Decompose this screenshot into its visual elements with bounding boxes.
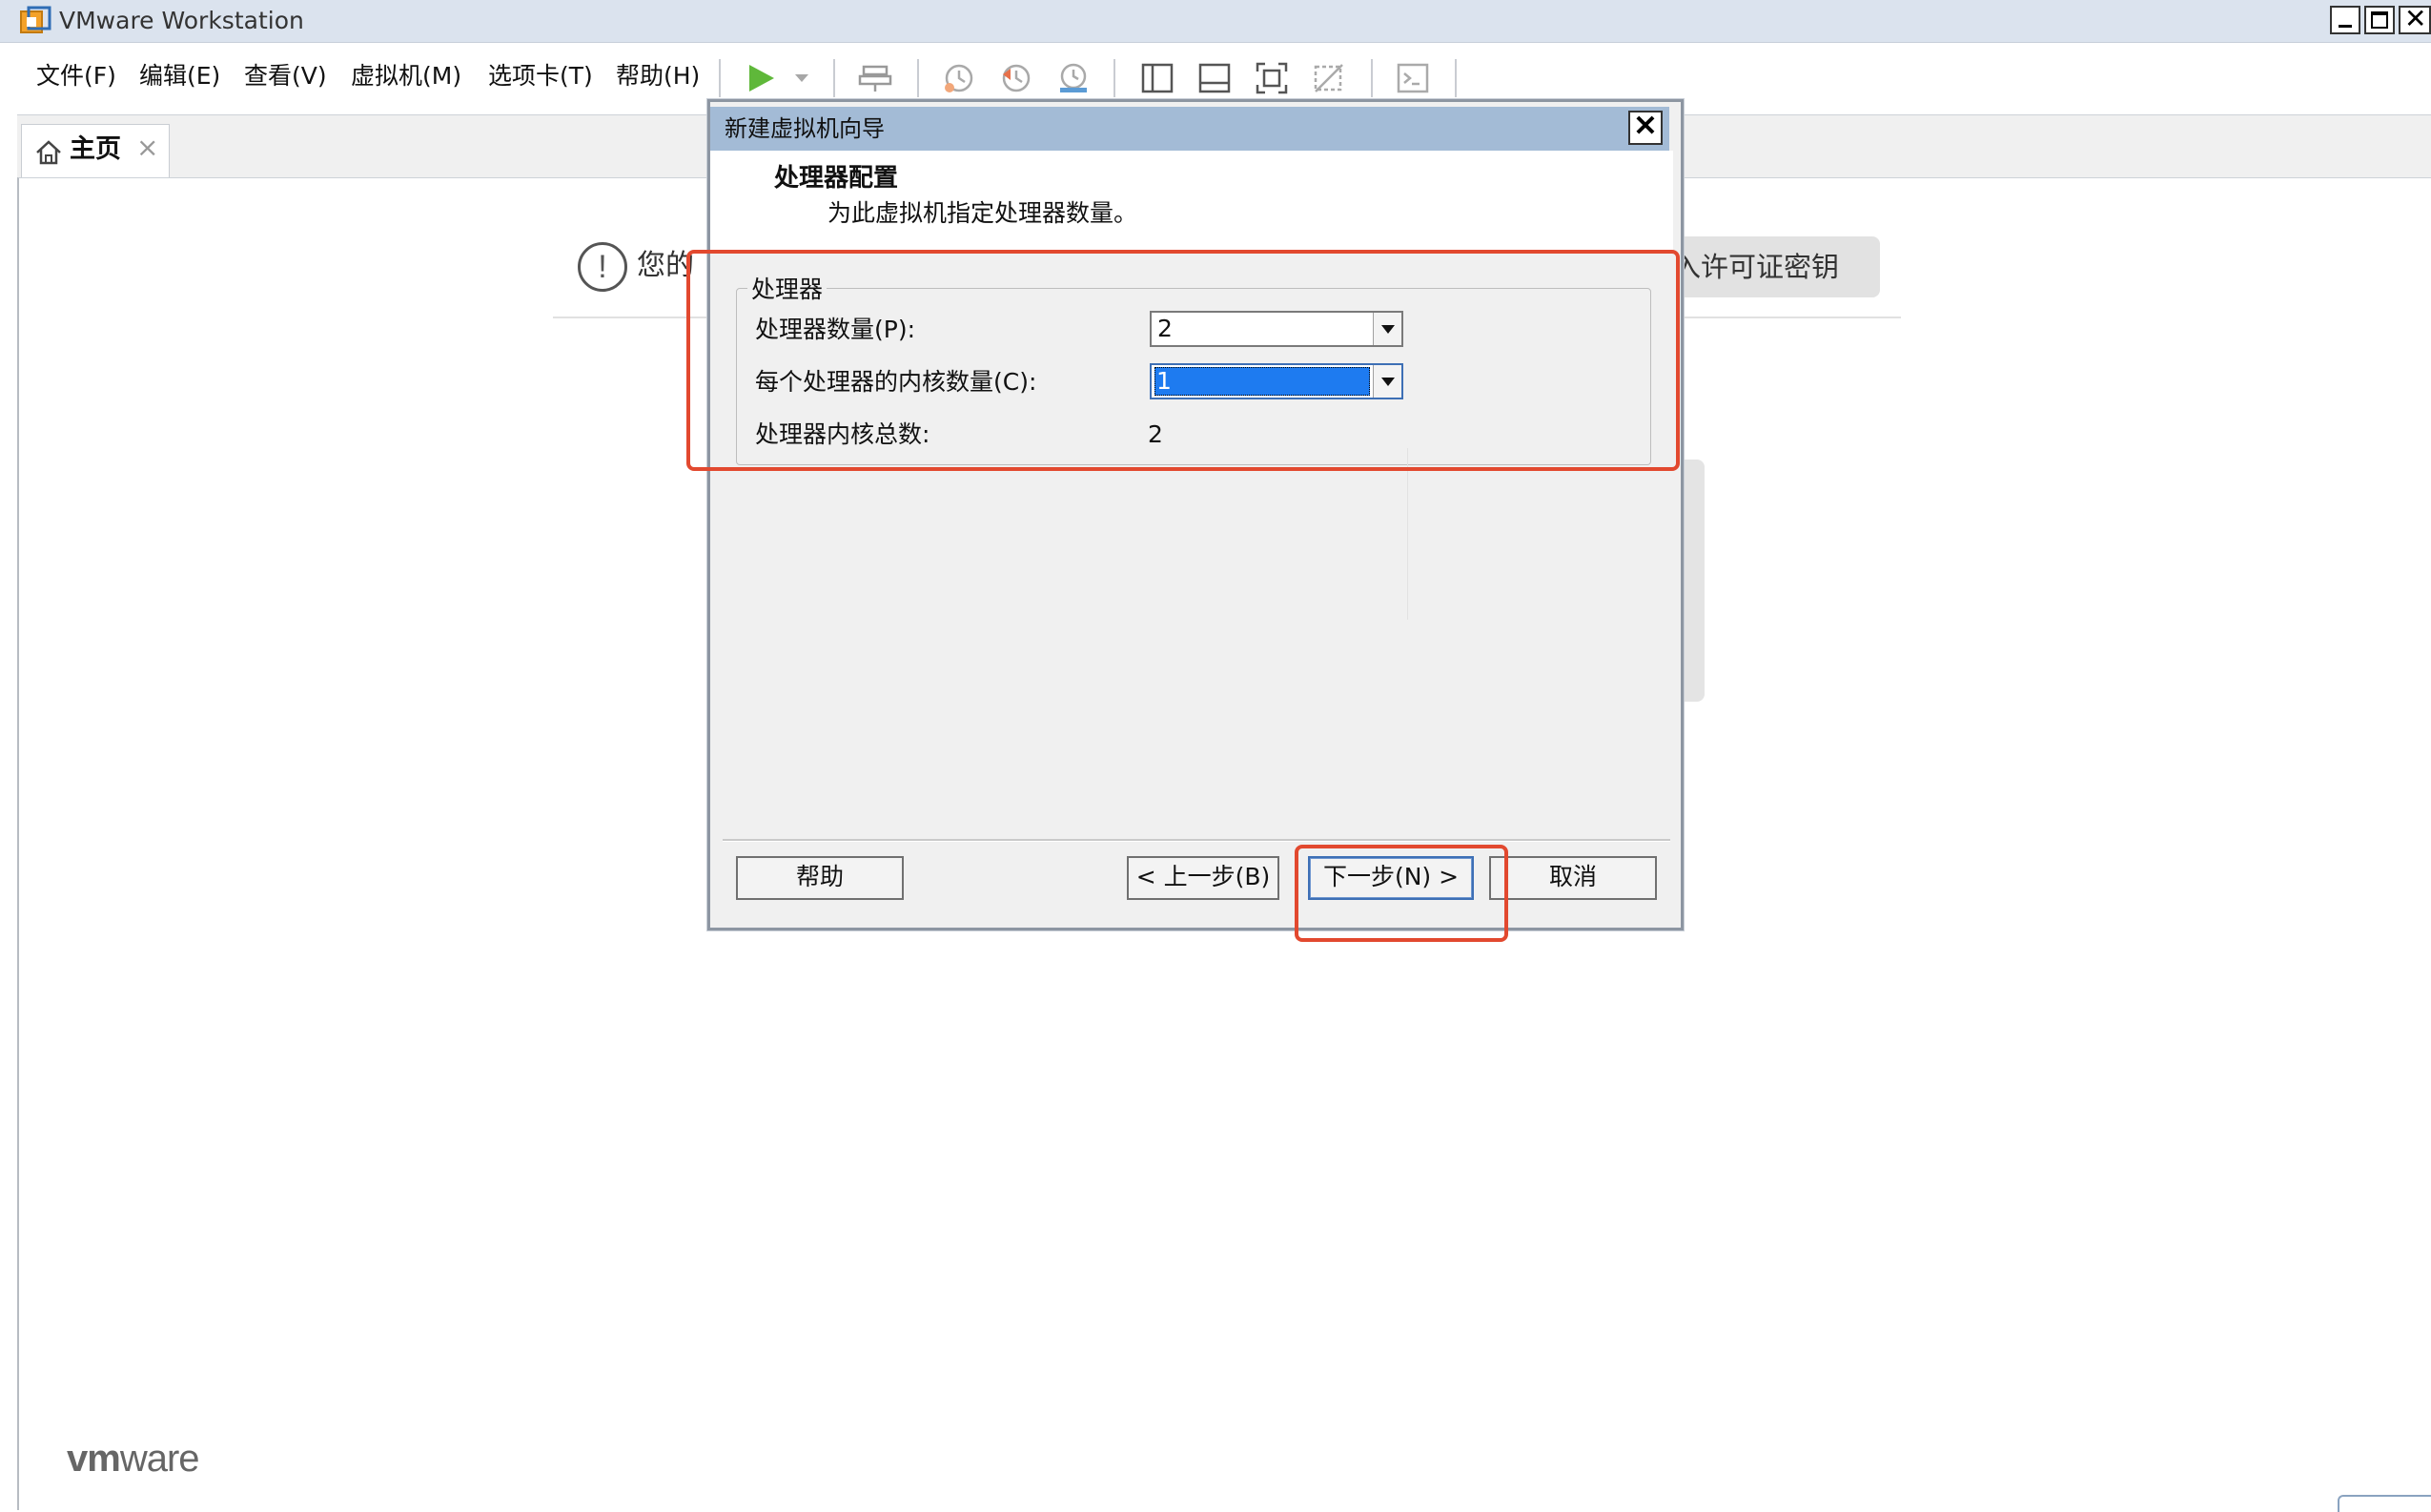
close-window-button[interactable]: ✕ — [2399, 6, 2431, 34]
menu-view[interactable]: 查看(V) — [244, 59, 327, 93]
unity-icon[interactable] — [1312, 61, 1346, 95]
dialog-subheading: 为此虚拟机指定处理器数量。 — [827, 199, 1138, 227]
fullscreen-icon[interactable] — [1255, 61, 1289, 95]
menu-vm[interactable]: 虚拟机(M) — [351, 59, 461, 93]
vmware-app-icon — [20, 6, 51, 33]
help-button[interactable]: 帮助 — [736, 856, 904, 900]
minimize-icon — [2339, 25, 2352, 28]
tab-close-icon[interactable]: × — [136, 131, 158, 165]
thumbnail-bar-icon[interactable] — [1197, 61, 1232, 95]
layout-guide-line — [1407, 448, 1408, 620]
dialog-footer-separator — [723, 839, 1670, 842]
menu-file[interactable]: 文件(F) — [36, 59, 116, 93]
info-alert-icon: ! — [578, 242, 627, 292]
toolbar-separator — [1455, 59, 1457, 97]
play-icon[interactable] — [744, 61, 778, 95]
enter-license-key-label: 入许可证密钥 — [1673, 251, 1840, 283]
tab-home[interactable]: 主页 × — [21, 124, 170, 177]
revert-snapshot-icon[interactable] — [999, 61, 1033, 95]
library-view-icon[interactable] — [1140, 61, 1175, 95]
minimize-button[interactable] — [2330, 6, 2360, 34]
play-dropdown-icon[interactable] — [791, 61, 812, 95]
snapshot-manager-icon[interactable] — [1056, 61, 1091, 95]
dialog-heading: 处理器配置 — [774, 164, 899, 193]
vmware-logo: vmware — [67, 1438, 200, 1480]
console-icon[interactable] — [1396, 61, 1430, 95]
send-keys-icon[interactable] — [858, 61, 892, 95]
cancel-button[interactable]: 取消 — [1489, 856, 1657, 900]
next-button-highlight — [1295, 845, 1508, 942]
maximize-button[interactable] — [2364, 6, 2395, 34]
snapshot-icon[interactable] — [942, 61, 976, 95]
license-notice-text: 您的 — [637, 249, 694, 282]
menu-tabs[interactable]: 选项卡(T) — [488, 59, 593, 93]
toolbar-separator — [917, 59, 919, 97]
window-title: VMware Workstation — [59, 7, 304, 34]
menu-edit[interactable]: 编辑(E) — [139, 59, 220, 93]
close-icon: ✕ — [2404, 3, 2427, 34]
toolbar-separator — [1371, 59, 1373, 97]
dialog-close-icon[interactable]: ✕ — [1628, 111, 1663, 145]
tab-home-label: 主页 — [70, 134, 121, 164]
corner-widget — [2338, 1495, 2431, 1512]
dialog-title: 新建虚拟机向导 — [725, 115, 885, 142]
window-titlebar — [0, 0, 2431, 43]
toolbar-separator — [719, 59, 721, 97]
toolbar-separator — [1113, 59, 1115, 97]
processor-settings-highlight — [686, 250, 1680, 471]
back-button[interactable]: < 上一步(B) — [1127, 856, 1279, 900]
home-icon — [36, 140, 61, 165]
menu-help[interactable]: 帮助(H) — [616, 59, 700, 93]
maximize-icon — [2371, 11, 2388, 29]
toolbar-separator — [833, 59, 835, 97]
